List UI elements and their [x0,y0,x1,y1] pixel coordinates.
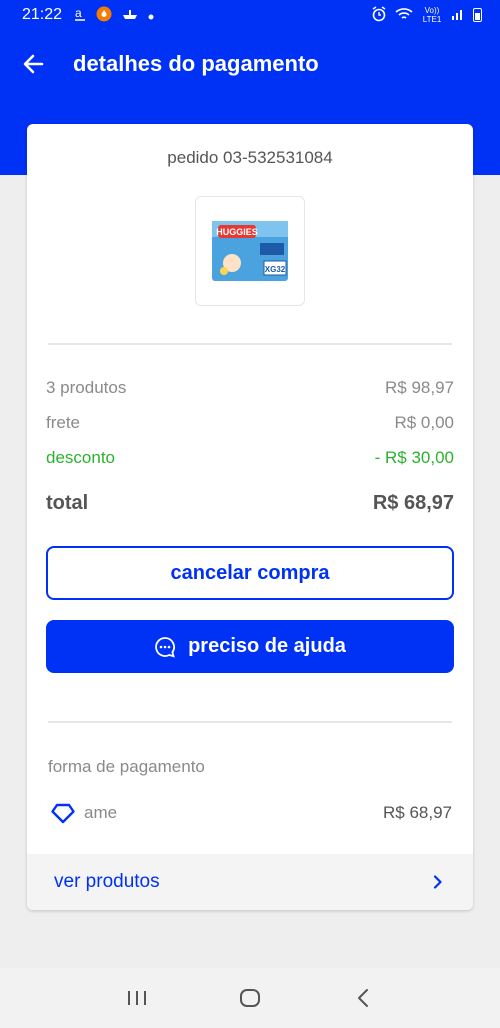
divider [48,343,452,345]
payment-method-value: R$ 68,97 [383,803,452,822]
app-notification-icon [96,6,112,24]
cancel-purchase-label: cancelar compra [170,561,330,584]
home-icon [239,989,260,1007]
arrow-left-icon [23,54,44,74]
items-value: R$ 98,97 [385,378,454,397]
see-products-link[interactable]: ver produtos [27,854,473,910]
boat-notification-icon [122,8,138,22]
back-button[interactable] [20,50,48,78]
help-button[interactable]: preciso de ajuda [46,620,454,673]
home-button[interactable] [230,983,270,1013]
recent-apps-button[interactable] [117,983,157,1013]
system-back-icon [358,989,369,1007]
shipping-value: R$ 0,00 [394,413,454,432]
items-label: 3 produtos [46,378,127,397]
page-title: detalhes do pagamento [73,51,319,76]
product-size: XG32 [265,265,286,274]
system-back-button[interactable] [343,983,383,1013]
status-time: 21:22 [22,6,63,23]
svg-text:a: a [75,6,82,20]
discount-value: - R$ 30,00 [374,448,454,467]
shipping-label: frete [46,413,81,432]
payment-method-row: ame R$ 68,97 [50,800,452,826]
help-label: preciso de ajuda [188,635,346,657]
wifi-icon [395,7,413,23]
total-label: total [46,492,89,514]
system-nav-bar [0,968,500,1028]
chat-bubble-icon [155,636,176,657]
payment-method-name: ame [84,803,118,822]
product-brand: HUGGIES [216,227,258,237]
total-value: R$ 68,97 [372,492,454,514]
ame-heart-icon [51,803,75,824]
signal-icon [451,7,465,23]
items-row: 3 produtos R$ 98,97 [46,378,454,398]
order-id: pedido 03-532531084 [167,148,333,167]
payment-details-card: pedido 03-532531084 HUGGIES XG32 3 produ… [27,124,473,910]
total-row: total R$ 68,97 [46,492,454,515]
product-thumbnail[interactable]: HUGGIES XG32 [195,196,305,306]
battery-icon [473,8,482,22]
alarm-icon [371,6,387,24]
dot-icon [148,8,154,22]
shipping-row: frete R$ 0,00 [46,413,454,433]
chevron-right-icon [433,875,442,889]
divider [48,721,452,723]
network-label: Vo)) LTE1 [422,6,442,24]
recent-apps-icon [127,991,146,1005]
status-bar: 21:22 a Vo)) LTE1 [0,0,500,30]
discount-label: desconto [46,448,115,467]
diaper-pack-image: HUGGIES XG32 [212,221,288,281]
discount-row: desconto - R$ 30,00 [46,448,454,468]
notification-a-icon: a [74,6,86,24]
payment-method-heading: forma de pagamento [48,757,205,776]
see-products-label: ver produtos [54,871,160,892]
cancel-purchase-button[interactable]: cancelar compra [46,546,454,600]
